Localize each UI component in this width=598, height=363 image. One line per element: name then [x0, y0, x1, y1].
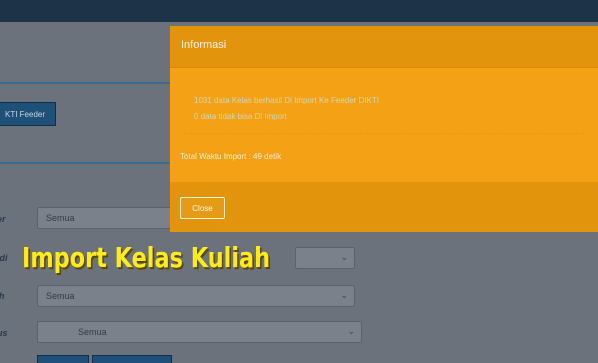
chevron-down-icon: ⌄	[340, 290, 348, 300]
fail-message: 0 data tidak bisa Di Import	[194, 112, 287, 121]
field-label-status: tus	[0, 328, 8, 338]
field-label-semester: ter	[0, 214, 6, 224]
filter-button[interactable]	[37, 355, 89, 363]
modal-header: Informasi	[170, 26, 598, 68]
feeder-button-label: KTI Feeder	[4, 109, 45, 119]
close-button[interactable]: Close	[180, 197, 225, 219]
matakuliah-select[interactable]: Semua ⌄	[37, 285, 355, 307]
feeder-button[interactable]: KTI Feeder	[0, 102, 56, 126]
chevron-down-icon: ⌄	[340, 252, 348, 262]
video-caption: Import Kelas Kuliah	[22, 241, 271, 274]
info-modal: Informasi 1031 data Kelas berhasil Di Im…	[170, 26, 598, 232]
field-label-prodi: odi	[0, 253, 8, 263]
modal-body: 1031 data Kelas berhasil Di Import Ke Fe…	[170, 68, 598, 182]
field-label-matakuliah: ah	[0, 291, 5, 301]
import-result-box: 1031 data Kelas berhasil Di Import Ke Fe…	[184, 86, 584, 134]
matakuliah-select-value: Semua	[46, 291, 75, 301]
prodi-select[interactable]: ⌄	[295, 247, 355, 269]
total-time: Total Waktu Import : 49 detik	[180, 152, 282, 161]
semester-select-value: Semua	[46, 213, 75, 223]
success-message: 1031 data Kelas berhasil Di Import Ke Fe…	[194, 96, 379, 105]
chevron-down-icon: ⌄	[347, 326, 355, 336]
status-select[interactable]: Semua ⌄	[37, 321, 362, 343]
modal-title: Informasi	[181, 39, 227, 51]
status-select-value: Semua	[78, 327, 107, 337]
semester-select[interactable]: Semua	[37, 207, 172, 229]
modal-footer: Close	[170, 182, 598, 232]
close-button-label: Close	[192, 203, 213, 213]
import-button[interactable]	[92, 355, 172, 363]
top-navbar	[0, 0, 598, 22]
